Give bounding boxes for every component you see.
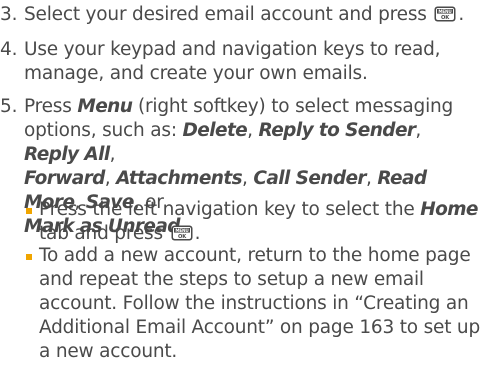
bullet-2-line-3: account. Follow the instructions in “Cre… <box>39 293 469 314</box>
option-attachments: Attachments <box>116 168 243 189</box>
svg-text:MENU: MENU <box>175 228 189 233</box>
bullet-2-line-5: a new account. <box>39 341 178 362</box>
menu-ok-key-icon: MENU OK <box>171 225 193 241</box>
step-number: 5. <box>0 96 18 117</box>
step-number: 3. <box>0 4 18 25</box>
step-5-line-1: Press Menu (right softkey) to select mes… <box>24 96 454 117</box>
bullet-add-account: To add a new account, return to the home… <box>26 244 482 364</box>
svg-text:OK: OK <box>441 15 450 21</box>
step-4: 4. Use your keypad and navigation keys t… <box>0 38 480 86</box>
option-delete: Delete <box>182 120 248 141</box>
step-3-text: Select your desired email account and pr… <box>24 4 427 25</box>
menu-ok-key-icon: MENU OK <box>434 6 456 22</box>
bullet-2-line-2: and repeat the steps to setup a new emai… <box>39 269 424 290</box>
bullet-1-line-1: Press the left navigation key to select … <box>39 199 478 220</box>
home-tab-label: Home <box>420 199 478 220</box>
manual-page: 3. Select your desired email account and… <box>0 0 485 375</box>
bullet-marker <box>26 208 32 214</box>
step-5-line-2: options, such as: Delete, Reply to Sende… <box>24 120 422 165</box>
bullet-home-tab: Press the left navigation key to select … <box>26 198 482 246</box>
step-4-line-2: manage, and create your own emails. <box>24 63 368 84</box>
option-call-sender: Call Sender <box>253 168 366 189</box>
bullet-2-line-4: Additional Email Account” on page 163 to… <box>39 317 480 338</box>
menu-softkey-label: Menu <box>77 96 133 117</box>
option-reply-all: Reply All <box>24 144 110 165</box>
option-forward: Forward <box>24 168 105 189</box>
svg-text:MENU: MENU <box>439 9 453 14</box>
step-number: 4. <box>0 39 18 60</box>
bullet-2-line-1: To add a new account, return to the home… <box>39 245 471 266</box>
option-reply-to-sender: Reply to Sender <box>258 120 417 141</box>
step-3-end: . <box>458 4 465 25</box>
bullet-1-line-2: tab and press MENU OK . <box>39 223 201 244</box>
step-3: 3. Select your desired email account and… <box>0 3 480 27</box>
bullet-marker <box>26 254 32 260</box>
svg-text:OK: OK <box>178 234 187 240</box>
step-4-line-1: Use your keypad and navigation keys to r… <box>24 39 441 60</box>
